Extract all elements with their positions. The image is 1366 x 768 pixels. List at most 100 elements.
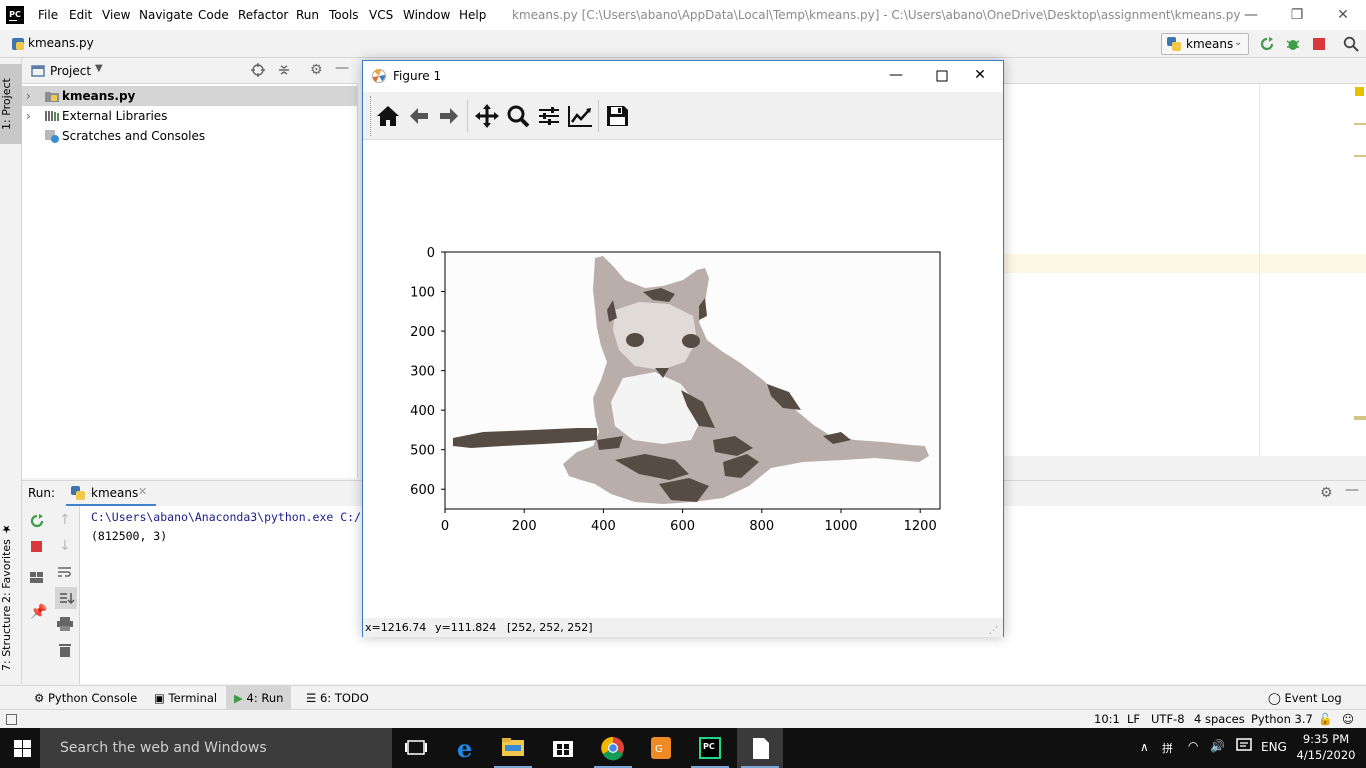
close-tab-icon[interactable]: ✕ — [138, 485, 147, 498]
hide-panel-icon[interactable]: — — [335, 60, 349, 76]
pycharm-icon[interactable]: PC — [687, 728, 733, 768]
menu-view[interactable]: View — [102, 6, 130, 24]
breadcrumb-file[interactable]: kmeans.py — [28, 36, 94, 50]
restore-button[interactable]: ❐ — [1274, 0, 1320, 30]
dropdown-arrow-icon[interactable]: ▼ — [95, 63, 103, 74]
figure-canvas[interactable]: 0 200 400 600 800 1000 1200 0 100 200 300 400 500 600 — [363, 140, 1003, 618]
chevron-right-icon[interactable]: › — [26, 86, 31, 106]
tree-item-external-libraries[interactable]: › External Libraries — [22, 106, 358, 126]
wifi-icon[interactable]: ◠ — [1188, 739, 1198, 753]
todo-tab[interactable]: ☰ 6: TODO — [298, 686, 377, 710]
menu-edit[interactable]: Edit — [69, 6, 92, 24]
project-panel-title[interactable]: Project — [50, 64, 91, 78]
figure-minimize-button[interactable]: — — [873, 61, 919, 92]
clock-date: 4/15/2020 — [1296, 748, 1356, 762]
pan-icon[interactable] — [473, 102, 501, 130]
run-tab[interactable]: ▶ 4: Run — [226, 686, 292, 710]
warning-marker-icon[interactable] — [1355, 87, 1364, 96]
input-method-icon[interactable]: 拼 — [1162, 740, 1173, 756]
menu-run[interactable]: Run — [296, 6, 319, 24]
terminal-tab[interactable]: ▣ Terminal — [146, 686, 225, 710]
print-icon[interactable] — [57, 617, 73, 631]
pin-icon[interactable]: 📌 — [30, 604, 47, 620]
close-button[interactable]: ✕ — [1320, 0, 1366, 30]
lock-icon[interactable]: 🔓 — [1318, 712, 1332, 727]
edit-axes-icon[interactable] — [566, 102, 594, 130]
settings-gear-icon[interactable]: ⚙ — [1320, 485, 1333, 501]
tree-item-label: External Libraries — [62, 109, 168, 123]
hide-panel-icon[interactable]: — — [1345, 482, 1359, 498]
run-tab-kmeans[interactable]: kmeans ✕ — [66, 481, 156, 506]
locate-icon[interactable] — [251, 63, 265, 77]
task-view-icon[interactable] — [393, 728, 439, 768]
tree-item-kmeans[interactable]: › kmeans.py — [22, 86, 358, 106]
error-stripe-mark[interactable] — [1354, 123, 1366, 125]
line-separator[interactable]: LF — [1127, 712, 1140, 727]
language-indicator[interactable]: ENG — [1261, 740, 1287, 754]
menu-file[interactable]: File — [38, 6, 58, 24]
show-hidden-icons-icon[interactable]: ∧ — [1140, 740, 1149, 754]
tool-windows-toggle-icon[interactable] — [6, 714, 17, 725]
matplotlib-window-icon[interactable] — [737, 728, 783, 768]
home-icon[interactable] — [374, 102, 402, 130]
forward-arrow-icon[interactable] — [435, 102, 463, 130]
configure-subplots-icon[interactable] — [535, 102, 563, 130]
menu-refactor[interactable]: Refactor — [238, 6, 288, 24]
python-console-tab[interactable]: ⚙ Python Console — [26, 686, 145, 710]
down-arrow-icon[interactable]: ↓ — [59, 538, 71, 554]
chrome-icon[interactable] — [590, 728, 636, 768]
resize-grip-icon[interactable]: ⋰ — [989, 622, 998, 641]
indent-setting[interactable]: 4 spaces — [1194, 712, 1245, 727]
rerun-icon[interactable] — [1259, 36, 1275, 52]
menu-code[interactable]: Code — [198, 6, 229, 24]
save-floppy-icon[interactable] — [603, 102, 631, 130]
figure-close-button[interactable]: ✕ — [957, 61, 1003, 92]
run-configuration-select[interactable]: kmeans ⌄ — [1161, 33, 1249, 55]
menu-navigate[interactable]: Navigate — [139, 6, 193, 24]
file-explorer-icon[interactable] — [490, 728, 536, 768]
menu-window[interactable]: Window — [403, 6, 450, 24]
tab-label: 4: Run — [246, 691, 284, 705]
settings-gear-icon[interactable]: ⚙ — [310, 62, 323, 78]
inspector-icon[interactable]: ☺ — [1342, 712, 1354, 727]
chevron-right-icon[interactable]: › — [26, 106, 31, 126]
trash-icon[interactable] — [59, 643, 71, 657]
taskbar-search-box[interactable]: Search the web and Windows — [40, 728, 392, 768]
minimize-button[interactable]: — — [1228, 0, 1274, 30]
menu-help[interactable]: Help — [459, 6, 486, 24]
search-icon[interactable] — [1343, 36, 1359, 52]
image-plot[interactable]: 0 200 400 600 800 1000 1200 0 100 200 300 400 500 600 — [363, 140, 1003, 618]
back-arrow-icon[interactable] — [405, 102, 433, 130]
debug-icon[interactable] — [1285, 36, 1301, 52]
tree-item-scratches[interactable]: Scratches and Consoles — [22, 126, 358, 146]
project-tool-tab[interactable]: 1: Project — [0, 64, 22, 144]
interpreter[interactable]: Python 3.7 — [1251, 712, 1313, 727]
event-log-tab[interactable]: ◯ Event Log — [1260, 686, 1350, 710]
error-stripe-mark[interactable] — [1354, 416, 1366, 420]
structure-tool-tab[interactable]: 7: Structure — [0, 596, 22, 680]
action-center-icon[interactable] — [1236, 738, 1252, 754]
menu-tools[interactable]: Tools — [329, 6, 359, 24]
up-arrow-icon[interactable]: ↑ — [59, 512, 71, 528]
zoom-magnifier-icon[interactable] — [504, 102, 532, 130]
windows-start-icon[interactable] — [14, 740, 31, 757]
taskbar-clock[interactable]: 9:35 PM 4/15/2020 — [1290, 731, 1362, 763]
stop-icon[interactable] — [1313, 38, 1325, 50]
caret-position[interactable]: 10:1 — [1094, 712, 1120, 727]
stop-icon[interactable] — [31, 541, 42, 552]
pixel-rgb-readout: [252, 252, 252] — [507, 621, 593, 634]
volume-icon[interactable]: 🔊 — [1210, 739, 1225, 753]
rerun-icon[interactable] — [29, 513, 45, 529]
pdf-app-icon[interactable]: G — [638, 728, 684, 768]
project-panel-header: Project ▼ ⚙ — — [22, 58, 358, 84]
edge-browser-icon[interactable]: e — [443, 728, 489, 768]
menu-vcs[interactable]: VCS — [369, 6, 393, 24]
file-encoding[interactable]: UTF-8 — [1151, 712, 1185, 727]
restore-layout-icon[interactable] — [30, 572, 44, 584]
store-icon[interactable] — [540, 728, 586, 768]
scroll-to-end-toggle[interactable] — [55, 587, 77, 609]
list-icon: ☰ — [306, 691, 317, 705]
soft-wrap-icon[interactable] — [57, 565, 73, 579]
error-stripe-mark[interactable] — [1354, 155, 1366, 157]
collapse-all-icon[interactable] — [277, 63, 291, 77]
